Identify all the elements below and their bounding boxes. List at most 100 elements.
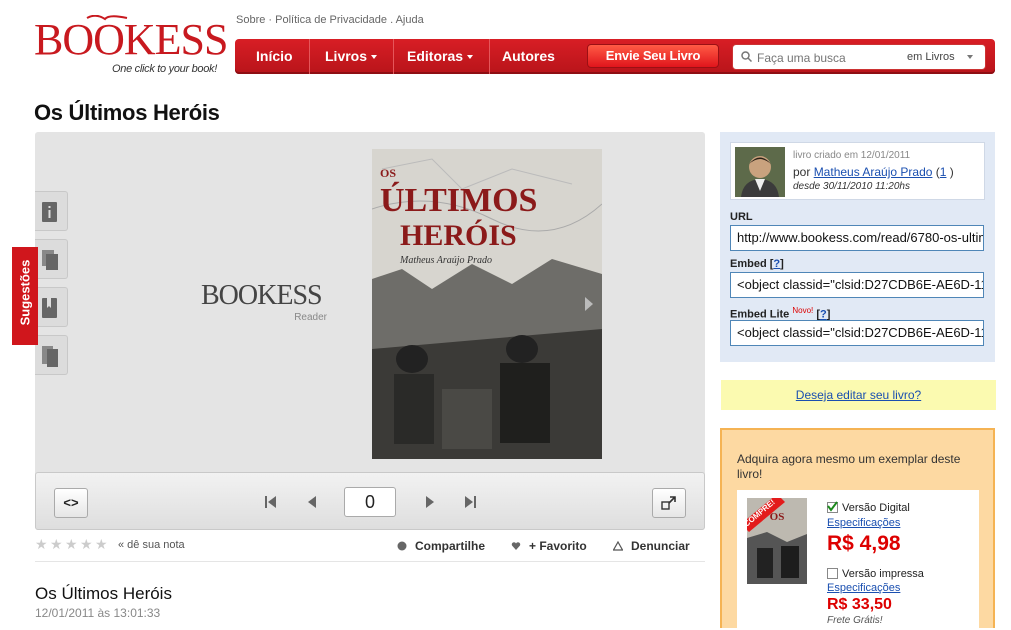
share-button[interactable]: Compartilhe <box>397 539 485 553</box>
top-links[interactable]: Sobre · Política de Privacidade . Ajuda <box>236 14 424 26</box>
search-scope-select[interactable]: em Livros <box>907 51 973 63</box>
edit-book-box: Deseja editar seu livro? <box>721 380 996 410</box>
page-number-input[interactable]: 0 <box>344 487 396 517</box>
chevron-down-icon <box>371 55 378 60</box>
avatar[interactable] <box>735 147 785 197</box>
embed-field[interactable]: <object classid="clsid:D27CDB6E-AE6D-11c… <box>730 272 984 298</box>
reader-controls: <> 0 <box>35 472 705 530</box>
print-version-checkbox[interactable] <box>827 568 838 579</box>
copies-tab-button[interactable] <box>35 335 68 375</box>
embed-code-button[interactable]: <> <box>54 488 88 518</box>
last-page-icon[interactable] <box>463 495 477 509</box>
nav-autores-label: Autores <box>502 48 555 64</box>
pages-tab-button[interactable] <box>35 239 68 279</box>
embed-lite-label-row: Embed Lite Novo! [?] <box>730 306 831 321</box>
warning-icon <box>613 541 623 551</box>
info-icon <box>42 202 57 222</box>
chevron-down-icon <box>467 55 474 60</box>
fullscreen-button[interactable] <box>652 488 686 518</box>
cover-author: Matheus Araújo Prado <box>399 255 492 266</box>
purchase-options: OS COMPRE! Versão Digital Especificações… <box>737 490 979 630</box>
checkmark-icon <box>827 501 838 512</box>
mini-book-cover: OS COMPRE! <box>747 498 807 584</box>
copies-icon <box>42 346 58 367</box>
nav-inicio-label: Início <box>256 48 293 64</box>
embed-label: Embed <box>730 258 767 270</box>
book-date: 12/01/2011 às 13:01:33 <box>35 606 161 620</box>
rating-star-icon[interactable]: ★ <box>35 537 48 551</box>
nav-editoras[interactable]: Editoras <box>391 39 491 74</box>
nav-livros-label: Livros <box>325 48 368 64</box>
url-field[interactable]: http://www.bookess.com/read/6780-os-ulti… <box>730 225 984 251</box>
digital-price: R$ 4,98 <box>827 532 901 555</box>
book-heading: Os Últimos Heróis <box>35 584 172 603</box>
expand-icon <box>661 496 676 510</box>
author-link[interactable]: Matheus Araújo Prado <box>814 165 933 179</box>
pages-icon <box>42 250 58 270</box>
bookmark-icon <box>42 298 57 318</box>
main-navbar: Início Livros Editoras Autores Envie Seu… <box>235 39 995 74</box>
rating-star-icon[interactable]: ★ <box>80 537 93 551</box>
book-info-panel: livro criado em 12/01/2011 por Matheus A… <box>720 132 995 362</box>
free-shipping: Frete Grátis! <box>827 615 883 626</box>
search-input[interactable] <box>757 49 897 67</box>
purchase-panel: Adquira agora mesmo um exemplar deste li… <box>720 428 995 630</box>
favorite-label: + Favorito <box>529 539 587 553</box>
search-scope-label: em Livros <box>907 51 955 63</box>
bookess-logo[interactable]: BOOKESS One click to your book! <box>34 12 228 78</box>
new-badge: Novo! <box>792 306 814 315</box>
report-label: Denunciar <box>631 539 690 553</box>
embed-help-link[interactable]: ? <box>773 258 780 270</box>
suggestions-label: Sugestões <box>17 259 33 326</box>
embed-lite-help-link[interactable]: ? <box>820 309 827 321</box>
favorite-button[interactable]: + Favorito <box>511 539 587 553</box>
author-card: livro criado em 12/01/2011 por Matheus A… <box>730 142 985 200</box>
rating-star-icon[interactable]: ★ <box>95 537 108 551</box>
reader-logo-sub: Reader <box>294 312 327 323</box>
bookmark-tab-button[interactable] <box>35 287 68 327</box>
print-price: R$ 33,50 <box>827 596 892 613</box>
book-reader[interactable]: BOOKESS Reader OS ÚLTIMOS HERÓIS Matheus… <box>35 132 705 530</box>
info-tab-button[interactable] <box>35 191 68 231</box>
globe-icon <box>397 541 407 551</box>
page-title: Os Últimos Heróis <box>34 100 220 125</box>
rating-bar: ★ ★ ★ ★ ★ « dê sua nota Compartilhe + Fa… <box>35 532 705 562</box>
rating-star-icon[interactable]: ★ <box>50 537 63 551</box>
first-page-icon[interactable] <box>264 495 278 509</box>
suggestions-tab[interactable]: Sugestões <box>12 247 38 345</box>
nav-livros[interactable]: Livros <box>309 39 395 74</box>
report-button[interactable]: Denunciar <box>613 539 690 553</box>
author-count-open: ( <box>932 165 940 179</box>
nav-editoras-label: Editoras <box>407 48 464 64</box>
created-date: livro criado em 12/01/2011 <box>793 150 911 161</box>
owl-eyes-icon <box>86 15 128 21</box>
digital-version-checkbox[interactable] <box>827 501 838 513</box>
url-label: URL <box>730 211 753 223</box>
rating-star-icon[interactable]: ★ <box>65 537 78 551</box>
cover-title-ultimos: ÚLTIMOS <box>380 181 537 219</box>
next-page-arrow-icon[interactable] <box>585 297 593 311</box>
cover-title-os: OS <box>380 166 396 180</box>
next-page-icon[interactable] <box>424 495 436 509</box>
author-line: por Matheus Araújo Prado (1 ) <box>793 165 954 179</box>
digital-spec-link[interactable]: Especificações <box>827 517 900 529</box>
print-spec-link[interactable]: Especificações <box>827 582 900 594</box>
logo-wordmark: BOOKESS <box>34 15 228 64</box>
edit-book-link[interactable]: Deseja editar seu livro? <box>796 388 921 402</box>
chevron-down-icon <box>966 55 973 60</box>
heart-icon <box>511 542 521 550</box>
nav-inicio[interactable]: Início <box>240 39 310 74</box>
rating-prompt: « dê sua nota <box>118 539 185 551</box>
send-book-button[interactable]: Envie Seu Livro <box>587 44 719 68</box>
embed-lite-field[interactable]: <object classid="clsid:D27CDB6E-AE6D-11c… <box>730 320 984 346</box>
embed-label-row: Embed [?] <box>730 258 784 270</box>
book-cover: OS ÚLTIMOS HERÓIS Matheus Araújo Prado <box>372 149 602 459</box>
logo-tagline: One click to your book! <box>112 63 217 75</box>
search-icon <box>741 51 752 62</box>
digital-version-label: Versão Digital <box>842 502 910 514</box>
previous-page-icon[interactable] <box>306 495 318 509</box>
reader-logo-wordmark: BOOKESS <box>201 280 323 311</box>
print-version-label: Versão impressa <box>842 568 924 580</box>
nav-autores[interactable]: Autores <box>486 39 571 74</box>
by-prefix: por <box>793 165 811 179</box>
